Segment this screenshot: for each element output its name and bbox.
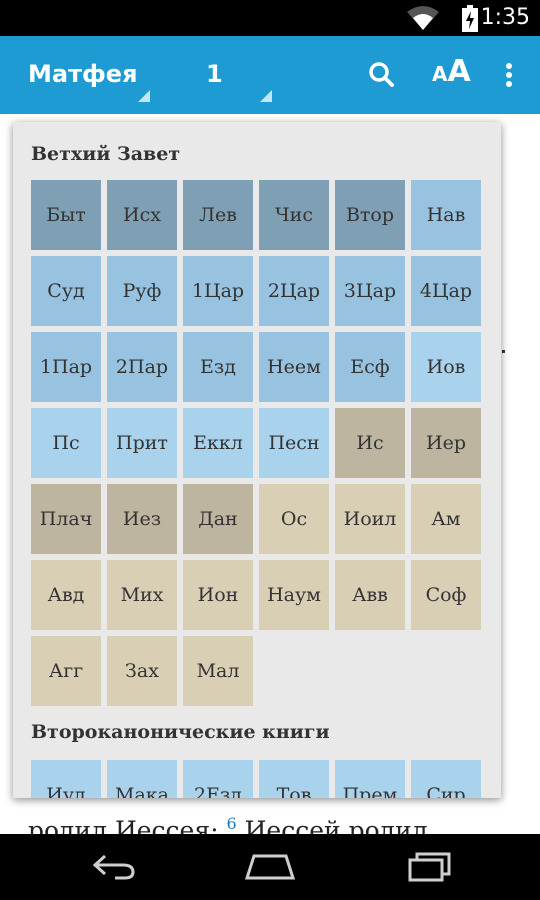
book-button[interactable]: Быт — [31, 180, 101, 250]
battery-charging-icon — [462, 5, 478, 32]
book-selector[interactable]: Матфея — [0, 36, 156, 114]
book-button[interactable]: Мих — [107, 560, 177, 630]
book-button[interactable]: Тов — [259, 760, 329, 798]
book-button[interactable]: Еккл — [183, 408, 253, 478]
book-button[interactable]: Неем — [259, 332, 329, 402]
book-button[interactable]: Агг — [31, 636, 101, 706]
font-size-button[interactable]: AA — [420, 36, 480, 114]
book-button[interactable]: Авд — [31, 560, 101, 630]
search-icon — [369, 62, 394, 87]
book-button[interactable]: Зах — [107, 636, 177, 706]
book-button[interactable]: Песн — [259, 408, 329, 478]
deuterocanonical-grid: Иуд Мака 2Езд Тов Прем Сир — [31, 760, 485, 798]
dropdown-corner-icon — [138, 90, 150, 102]
book-button[interactable]: Плач — [31, 484, 101, 554]
book-button[interactable]: 2Цар — [259, 256, 329, 326]
book-button[interactable]: Иов — [411, 332, 481, 402]
book-button[interactable]: Есф — [335, 332, 405, 402]
book-button[interactable]: Ион — [183, 560, 253, 630]
book-button[interactable]: 4Цар — [411, 256, 481, 326]
book-picker-popup: Ветхий Завет Быт Исх Лев Чис Втор Нав Суд Руф 1Ц… — [13, 122, 501, 798]
book-button[interactable]: Езд — [183, 332, 253, 402]
book-button[interactable]: Наум — [259, 560, 329, 630]
book-button[interactable]: Чис — [259, 180, 329, 250]
book-button[interactable]: Ос — [259, 484, 329, 554]
status-time: 1:35 — [480, 5, 530, 30]
book-button[interactable]: 2Езд — [183, 760, 253, 798]
book-button[interactable]: Исх — [107, 180, 177, 250]
back-button[interactable] — [54, 834, 174, 900]
book-button[interactable]: Соф — [411, 560, 481, 630]
book-button[interactable]: Иуд — [31, 760, 101, 798]
dropdown-corner-icon — [260, 90, 272, 102]
section-title-deuterocanonical: Второканонические книги — [31, 721, 330, 743]
book-button[interactable]: Прит — [107, 408, 177, 478]
book-button[interactable]: Лев — [183, 180, 253, 250]
verse-number[interactable]: 6 — [226, 814, 236, 833]
book-button[interactable]: 1Пар — [31, 332, 101, 402]
book-button[interactable]: Дан — [183, 484, 253, 554]
book-button[interactable]: Ам — [411, 484, 481, 554]
back-icon — [92, 854, 135, 880]
book-button[interactable]: Авв — [335, 560, 405, 630]
wifi-icon — [407, 6, 439, 30]
chapter-number: 1 — [206, 60, 223, 88]
overflow-menu-icon — [506, 63, 512, 87]
book-button[interactable]: Иез — [107, 484, 177, 554]
book-button[interactable]: Нав — [411, 180, 481, 250]
book-button[interactable]: Иоил — [335, 484, 405, 554]
book-button[interactable]: Втор — [335, 180, 405, 250]
font-size-icon: AA — [432, 54, 471, 89]
overflow-menu-button[interactable] — [486, 36, 532, 114]
book-button[interactable]: Пс — [31, 408, 101, 478]
home-button[interactable] — [210, 834, 330, 900]
text-fragment — [502, 350, 505, 353]
book-button[interactable]: Руф — [107, 256, 177, 326]
old-testament-grid: Быт Исх Лев Чис Втор Нав Суд Руф 1Цар 2Цар 3Цар 4Ца… — [31, 180, 485, 706]
book-button[interactable]: Мака — [107, 760, 177, 798]
action-bar: Матфея 1 AA — [0, 36, 540, 114]
search-button[interactable] — [352, 36, 412, 114]
home-icon — [244, 854, 296, 880]
book-button[interactable]: 1Цар — [183, 256, 253, 326]
chapter-selector[interactable]: 1 — [180, 36, 280, 114]
book-button[interactable]: Мал — [183, 636, 253, 706]
book-title: Матфея — [28, 60, 138, 88]
book-button[interactable]: 2Пар — [107, 332, 177, 402]
book-button[interactable]: Прем — [335, 760, 405, 798]
book-button[interactable]: Иер — [411, 408, 481, 478]
book-button[interactable]: Сир — [411, 760, 481, 798]
recents-button[interactable] — [370, 834, 490, 900]
book-button[interactable]: 3Цар — [335, 256, 405, 326]
book-button[interactable]: Ис — [335, 408, 405, 478]
section-title-old-testament: Ветхий Завет — [31, 143, 181, 165]
status-bar: 1:35 — [0, 0, 540, 36]
navigation-bar — [0, 834, 540, 900]
recents-icon — [408, 852, 451, 882]
book-button[interactable]: Суд — [31, 256, 101, 326]
